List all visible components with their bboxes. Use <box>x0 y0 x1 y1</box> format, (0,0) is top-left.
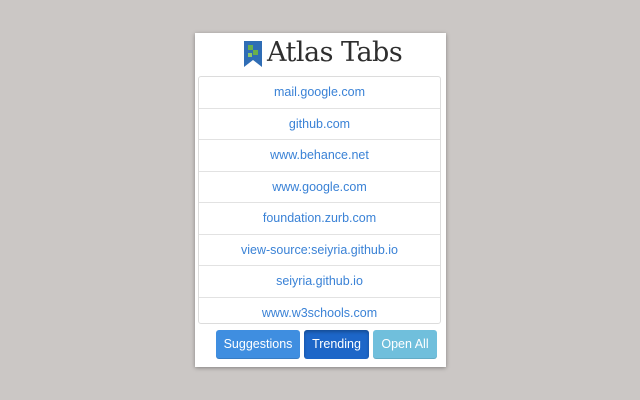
action-button-group: Suggestions Trending Open All <box>216 330 441 360</box>
tab-link[interactable]: github.com <box>199 109 440 140</box>
tab-link[interactable]: view-source:seiyria.github.io <box>199 235 440 266</box>
browser-background: Atlas Tabs mail.google.com github.com ww… <box>0 0 640 400</box>
open-all-button[interactable]: Open All <box>373 330 437 359</box>
suggestions-button[interactable]: Suggestions <box>216 330 300 359</box>
app-title: Atlas Tabs <box>267 37 403 68</box>
tab-link[interactable]: www.google.com <box>199 172 440 203</box>
tab-link[interactable]: foundation.zurb.com <box>199 203 440 235</box>
app-header: Atlas Tabs <box>195 33 446 75</box>
trending-button[interactable]: Trending <box>304 330 369 359</box>
atlas-logo-icon <box>244 41 262 67</box>
tab-list: mail.google.com github.com www.behance.n… <box>198 76 441 324</box>
tab-link[interactable]: mail.google.com <box>199 77 440 109</box>
extension-popup: Atlas Tabs mail.google.com github.com ww… <box>195 33 446 367</box>
tab-link[interactable]: www.w3schools.com <box>199 298 440 324</box>
tab-link[interactable]: seiyria.github.io <box>199 266 440 298</box>
tab-link[interactable]: www.behance.net <box>199 140 440 172</box>
